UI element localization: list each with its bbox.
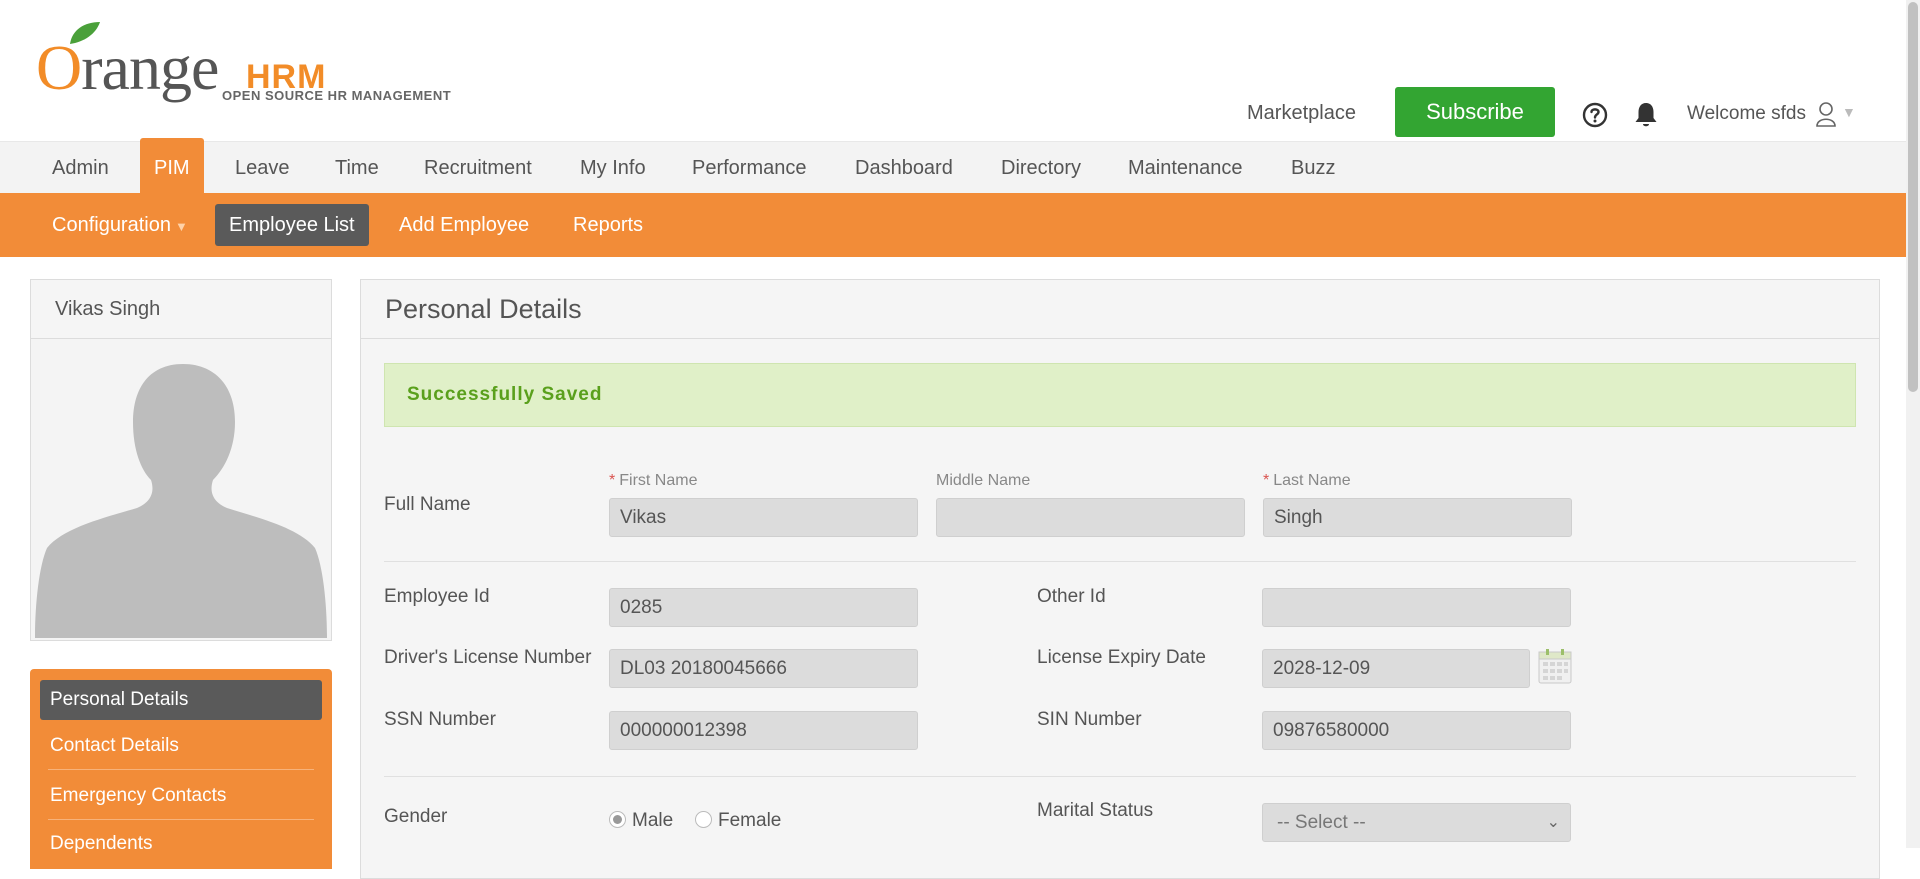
- side-menu-dependents[interactable]: Dependents: [40, 824, 322, 864]
- divider: [384, 561, 1856, 562]
- license-expiry-label: License Expiry Date: [1037, 647, 1206, 668]
- full-name-label: Full Name: [384, 494, 471, 515]
- main-menu: Admin PIM Leave Time Recruitment My Info…: [0, 138, 1906, 194]
- menu-admin[interactable]: Admin: [38, 142, 123, 194]
- gender-label: Gender: [384, 806, 448, 827]
- menu-my-info[interactable]: My Info: [566, 142, 660, 194]
- panel-title: Personal Details: [361, 280, 1879, 339]
- divider: [48, 769, 314, 770]
- middle-name-field[interactable]: [936, 498, 1245, 537]
- employee-id-label: Employee Id: [384, 586, 490, 607]
- orangehrm-logo[interactable]: Orange HRM OPEN SOURCE HR MANAGEMENT: [36, 18, 466, 108]
- logo-wordmark: Orange: [36, 32, 219, 103]
- avatar[interactable]: [33, 342, 329, 638]
- app-header: Orange HRM OPEN SOURCE HR MANAGEMENT Mar…: [0, 0, 1906, 141]
- gender-male-radio[interactable]: Male: [609, 810, 673, 832]
- menu-time[interactable]: Time: [321, 142, 393, 194]
- license-expiry-field[interactable]: 2028-12-09: [1262, 649, 1530, 688]
- menu-recruitment[interactable]: Recruitment: [410, 142, 546, 194]
- subscribe-button[interactable]: Subscribe: [1395, 87, 1555, 137]
- menu-leave[interactable]: Leave: [221, 142, 304, 194]
- side-menu-contact-details[interactable]: Contact Details: [40, 726, 322, 766]
- license-number-field[interactable]: DL03 20180045666: [609, 649, 918, 688]
- chevron-down-icon: ▼: [174, 219, 188, 234]
- gender-female-radio[interactable]: Female: [695, 810, 781, 832]
- submenu-employee-list[interactable]: Employee List: [215, 204, 369, 246]
- success-message: Successfully Saved: [384, 363, 1856, 427]
- first-name-label: * First Name: [609, 472, 698, 489]
- menu-directory[interactable]: Directory: [987, 142, 1095, 194]
- marital-status-select[interactable]: -- Select -- ⌄: [1262, 803, 1571, 842]
- radio-selected-icon[interactable]: [609, 811, 626, 828]
- middle-name-label: Middle Name: [936, 472, 1031, 489]
- submenu-add-employee[interactable]: Add Employee: [385, 204, 543, 246]
- divider: [48, 819, 314, 820]
- last-name-field[interactable]: Singh: [1263, 498, 1572, 537]
- menu-maintenance[interactable]: Maintenance: [1114, 142, 1257, 194]
- employee-id-field[interactable]: 0285: [609, 588, 918, 627]
- license-number-label: Driver's License Number: [384, 647, 592, 668]
- submenu-configuration-label: Configuration: [52, 214, 171, 236]
- scrollbar-thumb[interactable]: [1908, 2, 1918, 392]
- menu-performance[interactable]: Performance: [678, 142, 821, 194]
- personal-details-panel: Personal Details Successfully Saved Full…: [360, 279, 1880, 879]
- sub-menu: Configuration ▼ Employee List Add Employe…: [0, 193, 1906, 257]
- radio-unselected-icon[interactable]: [695, 811, 712, 828]
- marital-status-value: -- Select --: [1277, 812, 1366, 833]
- help-circle-icon[interactable]: [1582, 102, 1608, 128]
- other-id-field[interactable]: [1262, 588, 1571, 627]
- sin-label: SIN Number: [1037, 709, 1142, 730]
- user-icon[interactable]: [1815, 101, 1837, 127]
- submenu-reports[interactable]: Reports: [559, 204, 657, 246]
- marketplace-link[interactable]: Marketplace: [1247, 102, 1356, 125]
- menu-pim[interactable]: PIM: [140, 138, 204, 194]
- sin-field[interactable]: 09876580000: [1262, 711, 1571, 750]
- ssn-field[interactable]: 000000012398: [609, 711, 918, 750]
- page-scrollbar[interactable]: [1906, 0, 1920, 848]
- profile-card: Vikas Singh: [30, 279, 332, 641]
- first-name-field[interactable]: Vikas: [609, 498, 918, 537]
- divider: [384, 776, 1856, 777]
- welcome-user-menu[interactable]: Welcome sfds: [1687, 103, 1806, 125]
- employee-side-menu: Personal Details Contact Details Emergen…: [30, 669, 332, 869]
- last-name-label: * Last Name: [1263, 472, 1351, 489]
- chevron-down-icon: ⌄: [1546, 814, 1560, 831]
- bell-icon[interactable]: [1633, 101, 1659, 129]
- submenu-configuration[interactable]: Configuration ▼: [38, 204, 202, 246]
- marital-status-label: Marital Status: [1037, 800, 1154, 821]
- ssn-label: SSN Number: [384, 709, 496, 730]
- calendar-icon[interactable]: [1538, 648, 1572, 684]
- side-menu-emergency-contacts[interactable]: Emergency Contacts: [40, 776, 322, 816]
- other-id-label: Other Id: [1037, 586, 1106, 607]
- chevron-down-icon[interactable]: ▼: [1842, 104, 1856, 120]
- menu-dashboard[interactable]: Dashboard: [841, 142, 967, 194]
- profile-name: Vikas Singh: [31, 280, 331, 339]
- menu-buzz[interactable]: Buzz: [1277, 142, 1349, 194]
- logo-tagline: OPEN SOURCE HR MANAGEMENT: [222, 88, 452, 103]
- side-menu-personal-details[interactable]: Personal Details: [40, 680, 322, 720]
